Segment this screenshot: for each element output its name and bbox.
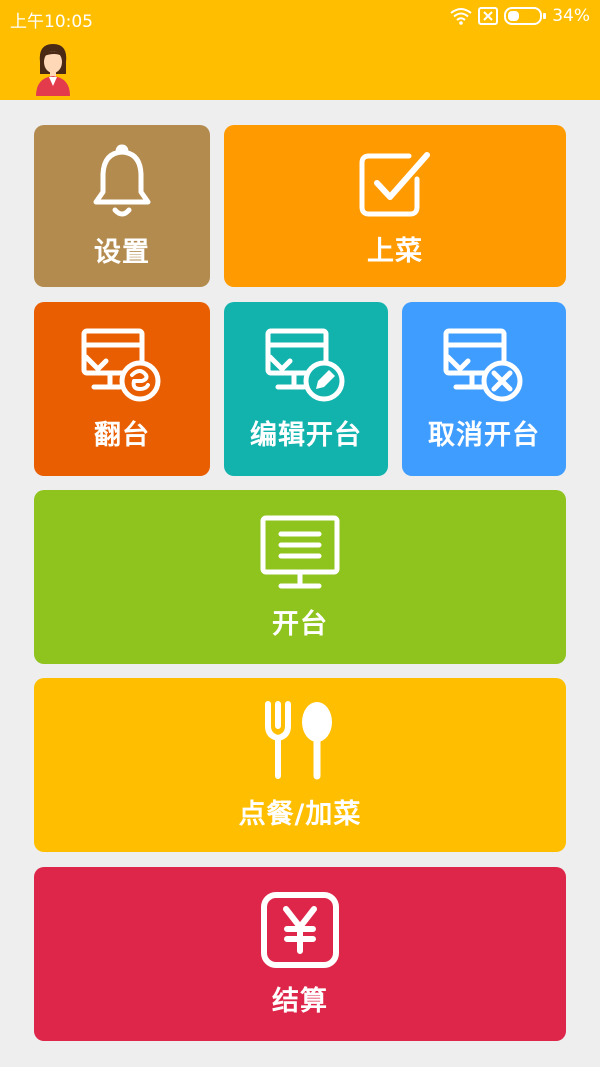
status-bar: 上午10:05 34% xyxy=(0,0,600,34)
battery-percent: 34% xyxy=(552,6,590,26)
battery-icon xyxy=(504,7,543,25)
checkout-button[interactable]: 结算 xyxy=(34,867,566,1041)
settings-label: 设置 xyxy=(94,236,150,268)
wifi-icon xyxy=(450,8,472,25)
checkbox-icon xyxy=(359,151,430,216)
order-add-dish-button[interactable]: 点餐/加菜 xyxy=(34,678,566,852)
monitor-icon xyxy=(260,515,340,588)
serve-dishes-button[interactable]: 上菜 xyxy=(224,125,566,287)
settings-button[interactable]: 设置 xyxy=(34,125,210,287)
cancel-open-table-button[interactable]: 取消开台 xyxy=(402,302,566,476)
table-edit-icon xyxy=(265,328,345,401)
sim-off-icon xyxy=(478,7,499,25)
status-time: 上午10:05 xyxy=(10,12,93,32)
bell-icon xyxy=(93,143,151,216)
yen-icon xyxy=(261,891,339,968)
serve-dishes-label: 上菜 xyxy=(367,235,423,267)
flip-table-label: 翻台 xyxy=(94,419,150,451)
status-icons: 34% xyxy=(450,6,590,26)
avatar[interactable] xyxy=(30,40,76,96)
edit-open-table-button[interactable]: 编辑开台 xyxy=(224,302,388,476)
table-flip-icon xyxy=(81,328,161,401)
app-header: 上午10:05 34% xyxy=(0,0,600,100)
fork-spoon-icon xyxy=(265,700,332,779)
edit-open-table-label: 编辑开台 xyxy=(250,419,362,451)
flip-table-button[interactable]: 翻台 xyxy=(34,302,210,476)
open-table-button[interactable]: 开台 xyxy=(34,490,566,664)
cancel-open-table-label: 取消开台 xyxy=(428,419,540,451)
open-table-label: 开台 xyxy=(272,608,328,640)
table-cancel-icon xyxy=(443,328,523,401)
battery-tip xyxy=(543,13,547,19)
checkout-label: 结算 xyxy=(272,985,328,1017)
order-add-dish-label: 点餐/加菜 xyxy=(238,798,362,830)
